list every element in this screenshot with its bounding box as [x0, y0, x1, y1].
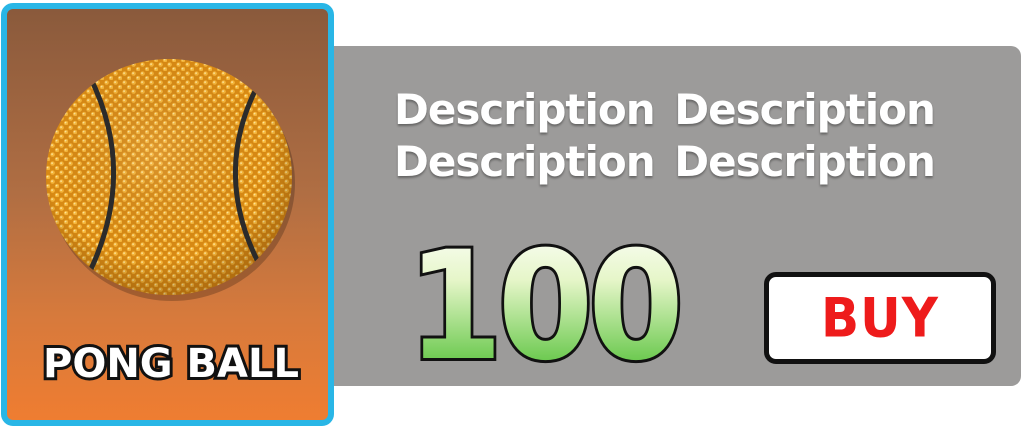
item-description: Description Description Description Desc… — [394, 85, 936, 186]
price-value: 100 — [407, 219, 678, 394]
price-display: 100 — [404, 216, 687, 397]
item-info-panel: Description Description Description Desc… — [318, 46, 1021, 397]
buy-button-label: BUY — [821, 286, 939, 350]
item-name-label: PONG BALL — [43, 341, 299, 387]
buy-button[interactable]: BUY — [764, 272, 996, 364]
basketball-icon — [46, 59, 295, 301]
item-card[interactable]: PONG BALL — [1, 3, 334, 426]
shop-item-row: Description Description Description Desc… — [0, 0, 1022, 429]
item-name: PONG BALL — [40, 338, 302, 390]
